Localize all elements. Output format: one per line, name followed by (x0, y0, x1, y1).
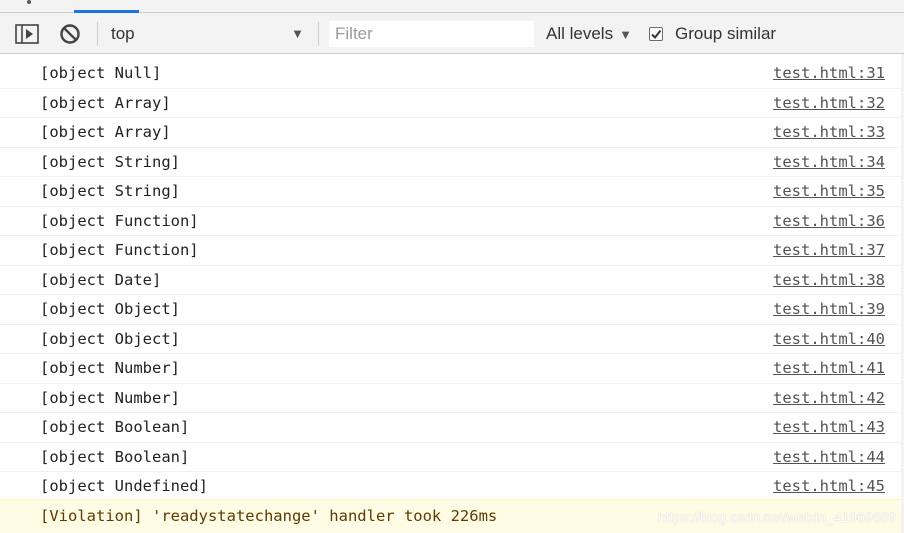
filter-input[interactable] (329, 21, 534, 47)
log-message: [object Function] (40, 211, 199, 230)
log-message: [object Number] (40, 359, 180, 377)
log-source-link[interactable]: test.html:38 (773, 271, 885, 289)
log-source-link[interactable]: test.html:35 (773, 182, 885, 200)
devtools-tab-strip (0, 0, 904, 13)
log-row: [object Function] test.html:36 (0, 207, 904, 236)
console-messages: [object Null] test.html:31 [object Array] t… (0, 54, 904, 533)
chevron-down-icon: ▼ (619, 26, 632, 42)
log-row: [object Number] test.html:42 (0, 384, 904, 413)
log-source-link[interactable]: test.html:45 (773, 477, 885, 495)
log-message: [object Boolean] (40, 418, 190, 436)
log-levels-label: All levels (546, 24, 614, 43)
violation-message-row: [Violation] 'readystatechange' handler t… (0, 499, 904, 533)
group-similar-checkbox[interactable] (649, 27, 663, 41)
context-selector[interactable]: top ▼ (106, 21, 310, 47)
log-list: [object Null] test.html:31 [object Array] t… (0, 59, 904, 502)
clear-console-icon (60, 24, 80, 44)
log-source-link[interactable]: test.html:31 (773, 64, 885, 82)
log-message: [object Number] (40, 388, 180, 407)
log-message: [object Array] (40, 93, 171, 112)
log-message: [object Array] (40, 123, 171, 141)
log-message: [object Object] (40, 329, 180, 348)
log-message: [object Function] (40, 241, 199, 259)
toolbar-separator (318, 22, 319, 46)
log-row: [object Array] test.html:33 (0, 118, 904, 148)
tab-menu-dot-icon[interactable] (27, 0, 31, 4)
log-row: [object Boolean] test.html:43 (0, 413, 904, 443)
log-source-link[interactable]: test.html:44 (773, 448, 885, 466)
log-source-link[interactable]: test.html:37 (773, 241, 885, 259)
log-row: [object Array] test.html:32 (0, 89, 904, 118)
group-similar-toggle[interactable]: Group similar (649, 21, 776, 47)
log-levels-selector[interactable]: All levels ▼ (546, 21, 632, 47)
sidebar-toggle-button[interactable] (14, 23, 40, 45)
checkmark-icon (651, 29, 662, 40)
watermark-text: https://blog.csdn.net/weixin_41969689 (657, 509, 896, 525)
devtools-console-window: top ▼ All levels ▼ Group similar [object… (0, 0, 904, 533)
log-message: [object Object] (40, 300, 180, 318)
log-row: [object Function] test.html:37 (0, 236, 904, 266)
toolbar-separator (97, 22, 98, 46)
log-row: [object Date] test.html:38 (0, 266, 904, 295)
log-message: [object Undefined] (40, 477, 208, 495)
log-source-link[interactable]: test.html:40 (773, 330, 885, 348)
log-source-link[interactable]: test.html:33 (773, 123, 885, 141)
log-row: [object Number] test.html:41 (0, 354, 904, 384)
log-row: [object Undefined] test.html:45 (0, 472, 904, 502)
log-row: [object Null] test.html:31 (0, 59, 904, 89)
log-message: [object String] (40, 182, 180, 200)
log-row: [object Object] test.html:39 (0, 295, 904, 325)
chevron-down-icon: ▼ (291, 26, 304, 41)
log-row: [object Object] test.html:40 (0, 325, 904, 354)
log-message: [object Date] (40, 270, 162, 289)
log-row: [object String] test.html:34 (0, 148, 904, 177)
log-source-link[interactable]: test.html:42 (773, 389, 885, 407)
log-message: [object String] (40, 152, 180, 171)
log-row: [object String] test.html:35 (0, 177, 904, 207)
log-source-link[interactable]: test.html:41 (773, 359, 885, 377)
violation-message: [Violation] 'readystatechange' handler t… (40, 507, 498, 525)
sidebar-toggle-icon (15, 24, 39, 44)
console-toolbar: top ▼ All levels ▼ Group similar (0, 13, 904, 54)
log-source-link[interactable]: test.html:34 (773, 153, 885, 171)
context-selector-label: top (111, 24, 135, 43)
log-source-link[interactable]: test.html:43 (773, 418, 885, 436)
log-message: [object Boolean] (40, 447, 190, 466)
log-source-link[interactable]: test.html:39 (773, 300, 885, 318)
log-source-link[interactable]: test.html:32 (773, 94, 885, 112)
log-row: [object Boolean] test.html:44 (0, 443, 904, 472)
log-source-link[interactable]: test.html:36 (773, 212, 885, 230)
clear-console-button[interactable] (58, 22, 82, 46)
group-similar-label: Group similar (675, 24, 777, 43)
log-message: [object Null] (40, 64, 162, 82)
